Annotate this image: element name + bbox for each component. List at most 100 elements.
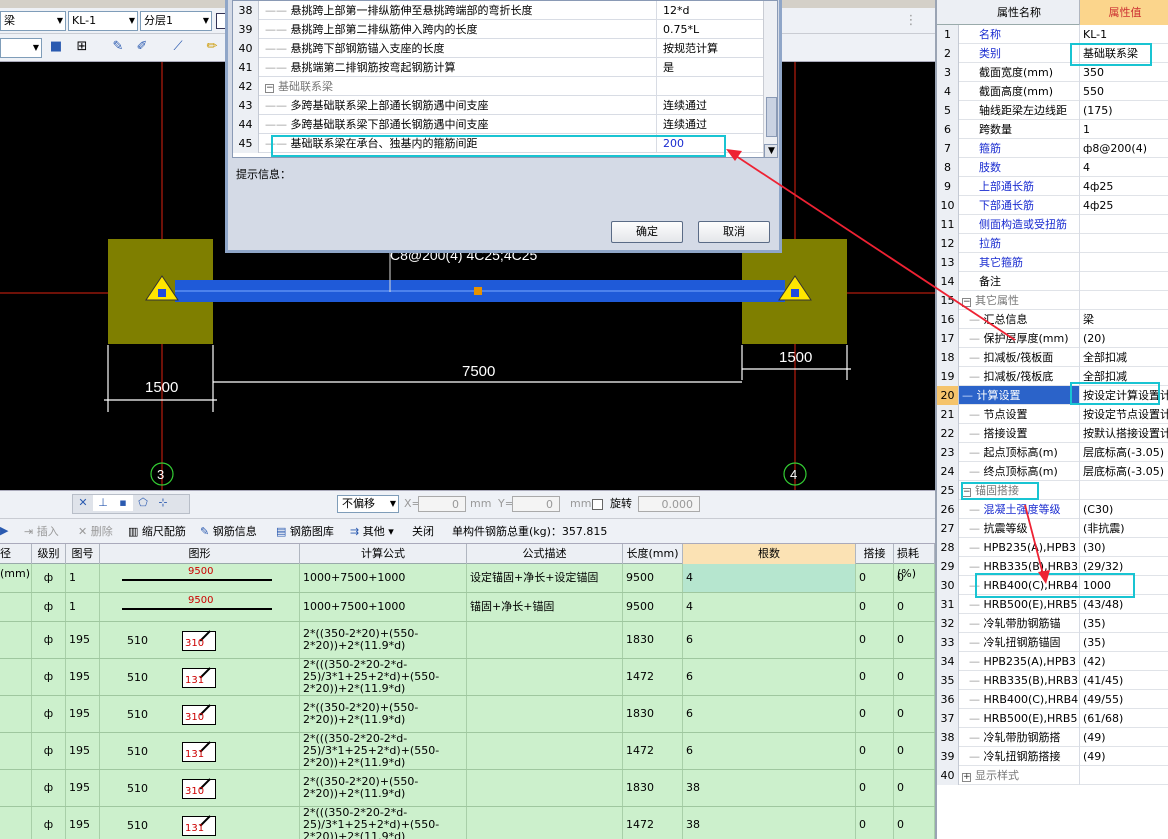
cell-length[interactable]: 9500 bbox=[623, 593, 683, 621]
floor-combo[interactable]: 分层1 ▼ bbox=[140, 11, 212, 31]
cell-lap[interactable]: 0 bbox=[856, 807, 894, 839]
cell-shape[interactable]: 510 310 bbox=[100, 622, 300, 658]
property-row[interactable]: 5 轴线距梁左边线距 (175) bbox=[937, 101, 1168, 120]
cell-loss[interactable]: 0 bbox=[894, 593, 935, 621]
setting-value[interactable]: 0.75*L bbox=[659, 20, 763, 39]
property-row[interactable]: 37— HRB500(E),HRB5 (61/68) bbox=[937, 709, 1168, 728]
cell-lap[interactable]: 0 bbox=[856, 659, 894, 695]
close-button[interactable]: 关闭 bbox=[412, 524, 434, 540]
cell-length[interactable]: 9500 bbox=[623, 564, 683, 592]
polygon-snap-icon[interactable]: ⬠ bbox=[133, 495, 153, 511]
cell-figure-no[interactable]: 195 bbox=[66, 659, 100, 695]
property-value[interactable] bbox=[1080, 234, 1168, 253]
property-value[interactable]: (非抗震) bbox=[1080, 519, 1168, 538]
cell-grade[interactable]: ф bbox=[32, 733, 66, 769]
cell-grade[interactable]: ф bbox=[32, 659, 66, 695]
cell-formula[interactable]: 2*((350-2*20)+(550-2*20))+2*(11.9*d) bbox=[300, 696, 467, 732]
setting-value[interactable]: 连续通过 bbox=[659, 96, 763, 115]
property-value[interactable]: (175) bbox=[1080, 101, 1168, 120]
table-row[interactable]: ф 195 510 310 2*((350-2*20)+(550-2*20))+2*(1… bbox=[0, 696, 935, 733]
property-row[interactable]: 12 拉筋 bbox=[937, 234, 1168, 253]
cell-loss[interactable]: 0 bbox=[894, 659, 935, 695]
property-row[interactable]: 6 跨数量 1 bbox=[937, 120, 1168, 139]
table-row[interactable]: ф 195 510 310 2*((350-2*20)+(550-2*20))+2*(1… bbox=[0, 622, 935, 659]
property-value[interactable] bbox=[1080, 253, 1168, 272]
property-value[interactable]: (61/68) bbox=[1080, 709, 1168, 728]
cell-shape[interactable]: 9500 bbox=[100, 564, 300, 592]
cell-lap[interactable]: 0 bbox=[856, 696, 894, 732]
component-combo[interactable]: KL-1 ▼ bbox=[68, 11, 138, 31]
property-value[interactable]: 梁 bbox=[1080, 310, 1168, 329]
rotate-checkbox[interactable] bbox=[592, 499, 603, 510]
cell-formula-desc[interactable] bbox=[467, 659, 623, 695]
cell-shape[interactable]: 510 131 bbox=[100, 659, 300, 695]
property-value[interactable]: ф8@200(4) bbox=[1080, 139, 1168, 158]
offset-mode-select[interactable]: 不偏移 ▼ bbox=[337, 495, 399, 513]
cell-shape[interactable]: 510 131 bbox=[100, 733, 300, 769]
property-value[interactable]: (49) bbox=[1080, 747, 1168, 766]
cell-diameter[interactable] bbox=[0, 622, 32, 658]
cross-snap-icon[interactable]: ✕ bbox=[73, 495, 93, 511]
cell-count[interactable]: 38 bbox=[683, 770, 856, 806]
settings-group-row[interactable]: 42− 基础联系梁 bbox=[233, 77, 763, 96]
property-row[interactable]: 15− 其它属性 bbox=[937, 291, 1168, 310]
cell-length[interactable]: 1472 bbox=[623, 733, 683, 769]
setting-value[interactable]: 12*d bbox=[659, 1, 763, 20]
property-row[interactable]: 32— 冷轧带肋钢筋锚 (35) bbox=[937, 614, 1168, 633]
property-row[interactable]: 23— 起点顶标高(m) 层底标高(-3.05) bbox=[937, 443, 1168, 462]
chevron-down-icon[interactable]: ▼ bbox=[764, 144, 777, 157]
cell-formula-desc[interactable]: 设定锚固+净长+设定锚固 bbox=[467, 564, 623, 592]
property-row[interactable]: 22— 搭接设置 按默认搭接设置计 bbox=[937, 424, 1168, 443]
property-row[interactable]: 9 上部通长筋 4ф25 bbox=[937, 177, 1168, 196]
cell-lap[interactable]: 0 bbox=[856, 622, 894, 658]
cell-loss[interactable]: 0 bbox=[894, 733, 935, 769]
table-row[interactable]: ф 195 510 131 2*(((350-2*20-2*d-25)/3*1+25+2… bbox=[0, 733, 935, 770]
draw-combo[interactable]: ▼ bbox=[0, 38, 42, 58]
other-menu-button[interactable]: ⇉ 其他 ▾ bbox=[350, 524, 394, 540]
ok-button[interactable]: 确定 bbox=[611, 221, 683, 243]
scrollbar-thumb[interactable] bbox=[766, 97, 777, 137]
cell-formula[interactable]: 2*(((350-2*20-2*d-25)/3*1+25+2*d)+(550-2… bbox=[300, 659, 467, 695]
insert-button[interactable]: ⇥ 插入 bbox=[24, 524, 59, 540]
property-row[interactable]: 27— 抗震等级 (非抗震) bbox=[937, 519, 1168, 538]
expand-icon[interactable]: + bbox=[962, 773, 971, 782]
property-value[interactable]: 按设定节点设置计 bbox=[1080, 405, 1168, 424]
settings-row[interactable]: 40 —— 悬挑跨下部钢筋锚入支座的长度 按规范计算 bbox=[233, 39, 763, 58]
property-row[interactable]: 38— 冷轧带肋钢筋搭 (49) bbox=[937, 728, 1168, 747]
arrow-icon[interactable]: ▶ bbox=[0, 523, 8, 539]
property-row[interactable]: 10 下部通长筋 4ф25 bbox=[937, 196, 1168, 215]
cell-formula[interactable]: 1000+7500+1000 bbox=[300, 564, 467, 592]
property-row[interactable]: 26— 混凝土强度等级 (C30) bbox=[937, 500, 1168, 519]
cell-figure-no[interactable]: 195 bbox=[66, 622, 100, 658]
cell-count[interactable]: 4 bbox=[683, 593, 856, 621]
cell-grade[interactable]: ф bbox=[32, 807, 66, 839]
perpendicular-snap-icon[interactable]: ⊥ bbox=[93, 495, 113, 511]
property-value[interactable]: (35) bbox=[1080, 633, 1168, 652]
brush-icon[interactable]: ✐ bbox=[134, 39, 150, 55]
cell-loss[interactable]: 0 bbox=[894, 564, 935, 592]
property-row[interactable]: 39— 冷轧扭钢筋搭接 (49) bbox=[937, 747, 1168, 766]
rectangle-icon[interactable]: ■ bbox=[48, 39, 64, 55]
pen-icon[interactable]: ✎ bbox=[110, 39, 126, 55]
cell-shape[interactable]: 510 131 bbox=[100, 807, 300, 839]
cell-count[interactable]: 6 bbox=[683, 659, 856, 695]
property-value[interactable] bbox=[1080, 766, 1168, 785]
property-value[interactable]: (30) bbox=[1080, 538, 1168, 557]
property-row[interactable]: 21— 节点设置 按设定节点设置计 bbox=[937, 405, 1168, 424]
property-value[interactable]: (41/45) bbox=[1080, 671, 1168, 690]
cell-grade[interactable]: ф bbox=[32, 564, 66, 592]
cell-shape[interactable]: 9500 bbox=[100, 593, 300, 621]
select-icon[interactable]: ⊞ bbox=[74, 39, 90, 55]
settings-row[interactable]: 44 —— 多跨基础联系梁下部通长钢筋遇中间支座 连续通过 bbox=[233, 115, 763, 134]
cell-diameter[interactable] bbox=[0, 733, 32, 769]
cell-count[interactable]: 4 bbox=[683, 564, 856, 592]
cell-formula[interactable]: 2*((350-2*20)+(550-2*20))+2*(11.9*d) bbox=[300, 770, 467, 806]
property-value[interactable] bbox=[1080, 272, 1168, 291]
property-row[interactable]: 7 箍筋 ф8@200(4) bbox=[937, 139, 1168, 158]
property-value[interactable]: 全部扣减 bbox=[1080, 348, 1168, 367]
property-row[interactable]: 34— HPB235(A),HPB3 (42) bbox=[937, 652, 1168, 671]
cell-diameter[interactable] bbox=[0, 659, 32, 695]
cell-formula[interactable]: 1000+7500+1000 bbox=[300, 593, 467, 621]
property-row[interactable]: 18— 扣减板/筏板面 全部扣减 bbox=[937, 348, 1168, 367]
setting-value[interactable]: 连续通过 bbox=[659, 115, 763, 134]
